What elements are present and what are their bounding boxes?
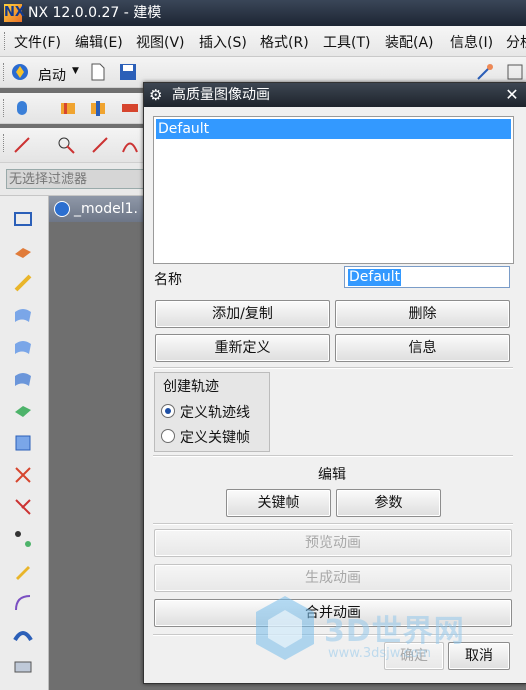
menu-format[interactable]: 格式(R) <box>260 32 309 52</box>
save-icon[interactable] <box>118 62 138 82</box>
line-icon[interactable] <box>12 135 32 155</box>
dialog-title-bar: ⚙ 高质量图像动画 ✕ <box>144 83 526 107</box>
menu-assembly[interactable]: 装配(A) <box>385 32 434 52</box>
high-quality-animation-dialog: ⚙ 高质量图像动画 ✕ Default 名称 Default 添加/复制 删除 … <box>143 82 526 684</box>
radio-unselected-icon <box>161 429 175 443</box>
radio-label: 定义轨迹线 <box>180 405 250 421</box>
part-icon <box>54 201 70 217</box>
divider <box>153 634 513 636</box>
start-button[interactable]: 启动 <box>38 65 66 85</box>
menu-insert[interactable]: 插入(S) <box>199 32 247 52</box>
generate-animation-button[interactable]: 生成动画 <box>154 564 512 592</box>
radio-label: 定义关键帧 <box>180 430 250 446</box>
delete-button[interactable]: 删除 <box>335 300 510 328</box>
gear-icon[interactable]: ⚙ <box>149 83 162 107</box>
grid-icon[interactable] <box>505 62 525 82</box>
create-track-title: 创建轨迹 <box>163 379 219 395</box>
selection-filter-bar <box>0 163 145 196</box>
add-copy-button[interactable]: 添加/复制 <box>155 300 330 328</box>
toolbar-grip <box>3 134 7 152</box>
boolean-icon[interactable] <box>88 98 108 118</box>
dialog-title: 高质量图像动画 <box>172 87 270 103</box>
cancel-button[interactable]: 取消 <box>448 642 510 670</box>
brush-icon[interactable] <box>12 272 34 294</box>
surface-mesh-icon[interactable] <box>12 336 34 358</box>
surface-icon[interactable] <box>12 304 34 326</box>
surface-grid-icon[interactable] <box>12 368 34 390</box>
divider <box>153 367 513 369</box>
menu-view[interactable]: 视图(V) <box>136 32 185 52</box>
green-surface-icon[interactable] <box>12 400 34 422</box>
menu-tools[interactable]: 工具(T) <box>323 32 370 52</box>
preview-animation-button[interactable]: 预览动画 <box>154 529 512 557</box>
layer-icon[interactable] <box>12 240 34 262</box>
extrude-icon[interactable] <box>58 98 78 118</box>
new-file-icon[interactable] <box>88 62 108 82</box>
divider <box>153 455 513 457</box>
edit-label: 编辑 <box>318 467 346 483</box>
window-title: NX 12.0.0.27 - 建模 <box>28 5 162 21</box>
pencil-icon[interactable] <box>12 560 34 582</box>
sweep-icon[interactable] <box>12 624 34 646</box>
app-title-bar: NX NX 12.0.0.27 - 建模 <box>0 0 526 26</box>
close-icon[interactable]: ✕ <box>502 85 522 105</box>
redefine-button[interactable]: 重新定义 <box>155 334 330 362</box>
list-item[interactable]: Default <box>156 119 511 139</box>
start-dropdown-icon[interactable]: ▼ <box>72 66 79 76</box>
radio-define-track-line[interactable]: 定义轨迹线 <box>161 402 250 422</box>
name-label: 名称 <box>154 272 182 288</box>
model-tab-label: _model1. <box>74 201 138 217</box>
menu-bar: 文件(F) 编辑(E) 视图(V) 插入(S) 格式(R) 工具(T) 装配(A… <box>0 26 526 57</box>
info-button[interactable]: 信息 <box>335 334 510 362</box>
trim-icon[interactable] <box>12 464 34 486</box>
create-track-group: 创建轨迹 定义轨迹线 定义关键帧 <box>154 372 270 452</box>
line-segment-icon[interactable] <box>90 135 110 155</box>
offset-icon[interactable] <box>12 496 34 518</box>
selection-filter-input[interactable] <box>6 169 144 189</box>
animation-list[interactable]: Default <box>153 116 514 264</box>
cylinder-icon[interactable] <box>12 98 32 118</box>
merge-animation-button[interactable]: 合并动画 <box>154 599 512 627</box>
start-icon[interactable] <box>10 62 30 82</box>
menu-information[interactable]: 信息(I) <box>450 32 493 52</box>
name-field[interactable]: Default <box>344 266 510 288</box>
menu-edit[interactable]: 编辑(E) <box>75 32 123 52</box>
nx-logo-icon: NX <box>4 4 25 22</box>
name-field-value: Default <box>348 269 402 286</box>
toolbar-grip <box>3 99 7 117</box>
params-button[interactable]: 参数 <box>336 489 441 517</box>
radio-define-keyframe[interactable]: 定义关键帧 <box>161 427 250 447</box>
toolbar-grip <box>3 63 7 81</box>
keyframe-button[interactable]: 关键帧 <box>226 489 331 517</box>
snap-icon[interactable] <box>475 62 495 82</box>
menu-file[interactable]: 文件(F) <box>14 32 61 52</box>
point-circle-icon[interactable] <box>56 135 76 155</box>
patch-icon[interactable] <box>12 432 34 454</box>
curve-icon[interactable] <box>12 592 34 614</box>
left-tool-palette <box>0 196 49 690</box>
radio-selected-icon <box>161 404 175 418</box>
model-tab[interactable]: _model1. <box>48 196 148 222</box>
menu-analysis[interactable]: 分析 <box>506 32 526 52</box>
divider <box>153 523 513 525</box>
arc-icon[interactable] <box>120 135 140 155</box>
render-icon[interactable] <box>12 656 34 678</box>
sketch-icon[interactable] <box>12 208 34 230</box>
menu-grip[interactable] <box>4 32 8 50</box>
points-icon[interactable] <box>12 528 34 550</box>
nx-feature-icon[interactable] <box>120 98 140 118</box>
ok-button[interactable]: 确定 <box>384 642 444 670</box>
